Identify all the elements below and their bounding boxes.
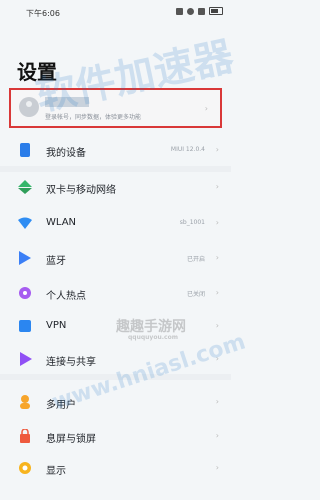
alarm-icon: [187, 7, 194, 15]
hotspot-icon: [18, 286, 32, 300]
status-bar: 下午6:06: [0, 0, 231, 26]
menu-item-label: 多用户: [46, 400, 76, 411]
menu-item-value: 已关闭: [186, 291, 205, 298]
signal-icon: [176, 7, 183, 15]
avatar: [19, 97, 39, 117]
menu-item-bluetooth[interactable]: 蓝牙 已开启 ›: [0, 247, 231, 269]
account-card[interactable]: 登录帐号，同步数据，体验更多功能 ›: [9, 88, 222, 128]
chevron-right-icon: ›: [215, 397, 219, 406]
sim-network-icon: [18, 180, 32, 194]
chevron-right-icon: ›: [215, 145, 219, 154]
menu-item-multi-user[interactable]: 多用户 ›: [0, 391, 231, 413]
status-icons: [176, 7, 223, 15]
menu-item-label: 显示: [46, 466, 66, 477]
vpn-icon: [18, 319, 32, 333]
wifi-status-icon: [198, 7, 205, 15]
chevron-right-icon: ›: [215, 182, 219, 191]
display-icon: [18, 461, 32, 475]
menu-item-label: 连接与共享: [46, 357, 96, 368]
menu-item-label: 蓝牙: [46, 256, 66, 267]
account-hint: 登录帐号，同步数据，体验更多功能: [45, 114, 142, 121]
chevron-right-icon: ›: [215, 354, 219, 363]
chevron-right-icon: ›: [215, 321, 219, 330]
bluetooth-icon: [18, 251, 32, 265]
menu-item-value: 已开启: [186, 256, 205, 263]
menu-item-wlan[interactable]: WLAN sb_1001 ›: [0, 212, 231, 234]
section-divider: [0, 166, 231, 172]
page-title: 设置: [17, 60, 57, 84]
menu-item-lock-screen[interactable]: 息屏与锁屏 ›: [0, 425, 231, 447]
share-connect-icon: [18, 352, 32, 366]
multi-user-icon: [18, 395, 32, 409]
wifi-icon: [18, 216, 32, 230]
menu-item-label: 我的设备: [46, 148, 86, 159]
section-divider: [0, 374, 231, 380]
menu-item-value: sb_1001: [179, 219, 205, 226]
menu-item-label: 息屏与锁屏: [46, 434, 96, 445]
status-time: 下午6:06: [26, 9, 60, 18]
menu-item-hotspot[interactable]: 个人热点 已关闭 ›: [0, 282, 231, 304]
chevron-right-icon: ›: [215, 253, 219, 262]
menu-item-label: 个人热点: [46, 291, 86, 302]
chevron-right-icon: ›: [215, 288, 219, 297]
account-name: [45, 97, 89, 107]
menu-item-my-device[interactable]: 我的设备 MIUI 12.0.4 ›: [0, 139, 231, 161]
menu-item-display[interactable]: 显示 ›: [0, 457, 231, 479]
lock-screen-icon: [18, 429, 32, 443]
menu-item-label: 双卡与移动网络: [46, 185, 116, 196]
menu-item-vpn[interactable]: VPN ›: [0, 315, 231, 337]
chevron-right-icon: ›: [215, 431, 219, 440]
menu-item-label: WLAN: [46, 217, 77, 228]
menu-item-sim-network[interactable]: 双卡与移动网络 ›: [0, 176, 231, 198]
menu-item-label: VPN: [46, 320, 67, 331]
battery-icon: [209, 7, 223, 15]
device-icon: [18, 143, 32, 157]
menu-item-value: MIUI 12.0.4: [170, 146, 205, 153]
chevron-right-icon: ›: [204, 104, 208, 113]
chevron-right-icon: ›: [215, 218, 219, 227]
menu-item-connection-sharing[interactable]: 连接与共享 ›: [0, 348, 231, 370]
chevron-right-icon: ›: [215, 463, 219, 472]
